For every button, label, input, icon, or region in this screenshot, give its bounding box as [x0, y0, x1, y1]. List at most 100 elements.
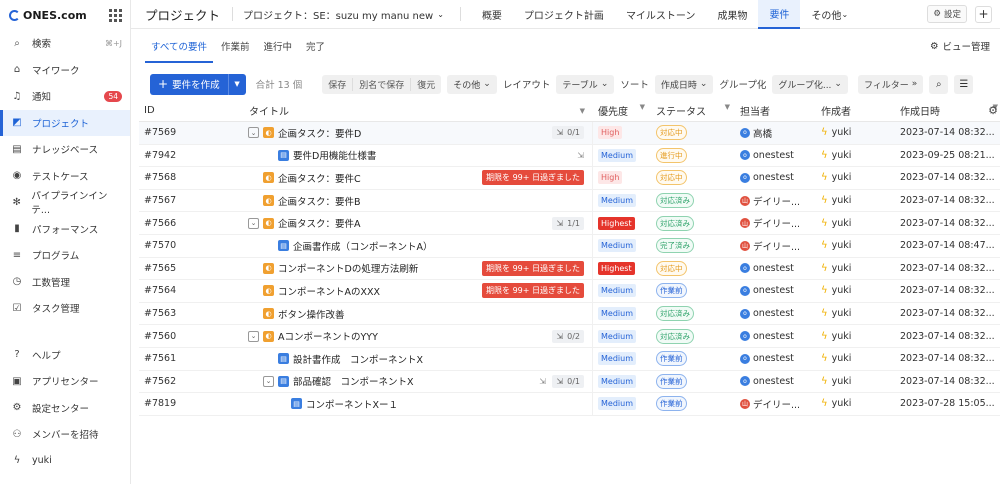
priority-cell[interactable]: Medium	[593, 352, 651, 366]
assignee-cell[interactable]: 山デイリー...	[736, 216, 815, 230]
row-title[interactable]: 設計書作成 コンポーネントX	[293, 352, 423, 366]
column-header-created-at[interactable]: 作成日時 ▼	[894, 103, 1000, 118]
priority-cell[interactable]: Highest	[593, 261, 651, 275]
row-title[interactable]: 企画タスク：要件D	[278, 126, 361, 140]
row-id[interactable]: #7560	[139, 331, 236, 342]
assignee-cell[interactable]: o onestest	[736, 376, 815, 387]
add-button[interactable]: +	[975, 5, 992, 23]
row-title[interactable]: ボタン操作改善	[278, 307, 345, 321]
row-title[interactable]: コンポーネントAのXXX	[278, 284, 380, 298]
sidebar-item[interactable]: ☑ タスク管理	[0, 295, 130, 322]
row-id[interactable]: #7570	[139, 240, 236, 251]
row-title-cell[interactable]: ⌄ ▤ 部品確認 コンポーネントX ⇲ 0/1 ⇲	[236, 370, 593, 393]
ones-logo[interactable]: ONES.com	[9, 9, 87, 22]
row-title[interactable]: 部品確認 コンポーネントX	[293, 374, 414, 388]
other-dropdown[interactable]: その他 ⌄	[447, 74, 497, 94]
status-cell[interactable]: 進行中	[651, 147, 736, 163]
row-title-cell[interactable]: ⌄ ◐ AコンポーネントのYYY ⇲ 0/2	[236, 325, 593, 347]
row-title-cell[interactable]: ▤ 設計書作成 コンポーネントX	[236, 347, 593, 370]
row-title-cell[interactable]: ⌄ ◐ 企画タスク：要件A ⇲ 1/1	[236, 212, 593, 234]
status-cell[interactable]: 作業前	[651, 351, 736, 367]
table-row[interactable]: #7568 ◐ 企画タスク：要件C 期限を 99+ 日過ぎました High 対応中 o one…	[139, 167, 1000, 190]
header-tab[interactable]: マイルストーン	[615, 0, 707, 29]
table-row[interactable]: #7561 ▤ 設計書作成 コンポーネントX Medium 作業前 o onestest ϟ y…	[139, 347, 1000, 371]
sidebar-item[interactable]: ϟ yuki	[0, 448, 130, 475]
row-title[interactable]: 企画タスク：要件C	[278, 171, 361, 185]
collapse-toggle-icon[interactable]: ⌄	[248, 127, 259, 139]
row-title[interactable]: 企画タスク：要件B	[278, 194, 361, 208]
row-id[interactable]: #7563	[139, 308, 236, 319]
row-id[interactable]: #7565	[139, 263, 236, 274]
table-row[interactable]: #7819 ▤ コンポーネントXー１ Medium 作業前山デイリー... ϟ yuki 20…	[139, 393, 1000, 416]
row-title-cell[interactable]: ▤ 要件D用機能仕様書 ⇲	[236, 144, 593, 167]
column-settings-gear-icon[interactable]: ⚙	[988, 104, 998, 117]
sidebar-item[interactable]: ◷ 工数管理	[0, 269, 130, 296]
assignee-cell[interactable]: o onestest	[736, 308, 815, 319]
row-title-cell[interactable]: ▤ コンポーネントXー１	[236, 393, 593, 415]
status-cell[interactable]: 完了済み	[651, 238, 736, 254]
row-title[interactable]: 企画書作成（コンポーネントA）	[293, 239, 433, 253]
status-cell[interactable]: 対応中	[651, 170, 736, 186]
row-title[interactable]: 企画タスク：要件A	[278, 216, 361, 230]
row-title-cell[interactable]: ◐ コンポーネントDの処理方法刷新 期限を 99+ 日過ぎました	[236, 257, 593, 280]
row-title[interactable]: コンポーネントDの処理方法刷新	[278, 261, 418, 275]
status-cell[interactable]: 作業前	[651, 283, 736, 299]
assignee-cell[interactable]: 山デイリー...	[736, 397, 815, 411]
row-id[interactable]: #7569	[139, 127, 236, 138]
sidebar-item[interactable]: ⚇ メンバーを招待	[0, 421, 130, 448]
row-title-cell[interactable]: ◐ 企画タスク：要件B	[236, 189, 593, 212]
priority-cell[interactable]: Medium	[593, 239, 651, 253]
header-tab[interactable]: 成果物	[706, 0, 758, 29]
status-cell[interactable]: 対応中	[651, 125, 736, 141]
project-selector[interactable]: プロジェクト：SE：suzu my manu new ⌄	[233, 7, 460, 22]
priority-cell[interactable]: High	[593, 126, 651, 140]
row-id[interactable]: #7567	[139, 195, 236, 206]
column-header-id[interactable]: ID	[139, 105, 236, 116]
collapse-toggle-icon[interactable]: ⌄	[248, 330, 259, 342]
table-row[interactable]: #7567 ◐ 企画タスク：要件B Medium 対応済み山デイリー... ϟ yuki 20…	[139, 189, 1000, 213]
sidebar-item[interactable]: ▮ パフォーマンス	[0, 216, 130, 243]
save-as-button[interactable]: 別名で保存	[353, 77, 412, 91]
row-title-cell[interactable]: ▤ 企画書作成（コンポーネントA）	[236, 234, 593, 257]
status-cell[interactable]: 対応済み	[651, 215, 736, 231]
column-header-status[interactable]: ステータス ▼	[651, 103, 736, 118]
table-row[interactable]: #7942 ▤ 要件D用機能仕様書 ⇲ Medium 進行中 o onestest ϟ yuki 2…	[139, 144, 1000, 168]
sidebar-item[interactable]: ♫ 通知 54	[0, 83, 130, 110]
row-id[interactable]: #7566	[139, 218, 236, 229]
row-title-cell[interactable]: ◐ ボタン操作改善	[236, 302, 593, 325]
row-title[interactable]: コンポーネントXー１	[306, 397, 398, 411]
table-row[interactable]: #7563 ◐ ボタン操作改善 Medium 対応済み o onestest ϟ yuki 202…	[139, 302, 1000, 326]
status-cell[interactable]: 対応済み	[651, 328, 736, 344]
row-id[interactable]: #7819	[139, 398, 236, 409]
row-id[interactable]: #7942	[139, 150, 236, 161]
row-title-cell[interactable]: ⌄ ◐ 企画タスク：要件D ⇲ 0/1	[236, 122, 593, 144]
row-title-cell[interactable]: ◐ コンポーネントAのXXX 期限を 99+ 日過ぎました	[236, 280, 593, 302]
header-tab[interactable]: 概要	[471, 0, 513, 29]
layout-select[interactable]: テーブル ⌄	[556, 74, 615, 94]
table-row[interactable]: #7570 ▤ 企画書作成（コンポーネントA） Medium 完了済み山デイリー... ϟ…	[139, 234, 1000, 258]
subtab[interactable]: 完了	[300, 39, 331, 63]
apps-grid-icon[interactable]	[109, 8, 122, 22]
table-row[interactable]: #7566 ⌄ ◐ 企画タスク：要件A ⇲ 1/1 Highest 対応済み山デイリー... ϟ…	[139, 212, 1000, 235]
column-header-title[interactable]: タイトル ▼	[236, 100, 593, 121]
create-requirement-button[interactable]: + 要件を作成 ▼	[150, 73, 246, 95]
row-id[interactable]: #7564	[139, 285, 236, 296]
assignee-cell[interactable]: 山デイリー...	[736, 194, 815, 208]
collapse-toggle-icon[interactable]: ⌄	[263, 375, 274, 387]
assignee-cell[interactable]: o onestest	[736, 353, 815, 364]
table-row[interactable]: #7569 ⌄ ◐ 企画タスク：要件D ⇲ 0/1 High 対応中 o 高橋 ϟ yuki 2023-…	[139, 122, 1000, 145]
group-select[interactable]: グループ化... ⌄	[772, 74, 848, 94]
header-tab[interactable]: その他 ⌄	[800, 0, 859, 29]
priority-cell[interactable]: Medium	[593, 284, 651, 298]
filter-button[interactable]: フィルター»	[857, 74, 924, 94]
sort-select[interactable]: 作成日時 ⌄	[654, 74, 714, 94]
row-title-cell[interactable]: ◐ 企画タスク：要件C 期限を 99+ 日過ぎました	[236, 167, 593, 189]
sidebar-item[interactable]: ◉ テストケース	[0, 163, 130, 190]
settings-button[interactable]: ⚙ 設定	[927, 5, 967, 23]
sidebar-item[interactable]: ◩ プロジェクト	[0, 109, 130, 136]
status-cell[interactable]: 対応中	[651, 260, 736, 276]
search-button[interactable]: ⌕	[929, 74, 949, 94]
sidebar-item[interactable]: ⌂ マイワーク	[0, 57, 130, 84]
assignee-cell[interactable]: o onestest	[736, 285, 815, 296]
sidebar-item[interactable]: ▣ アプリセンター	[0, 368, 130, 395]
